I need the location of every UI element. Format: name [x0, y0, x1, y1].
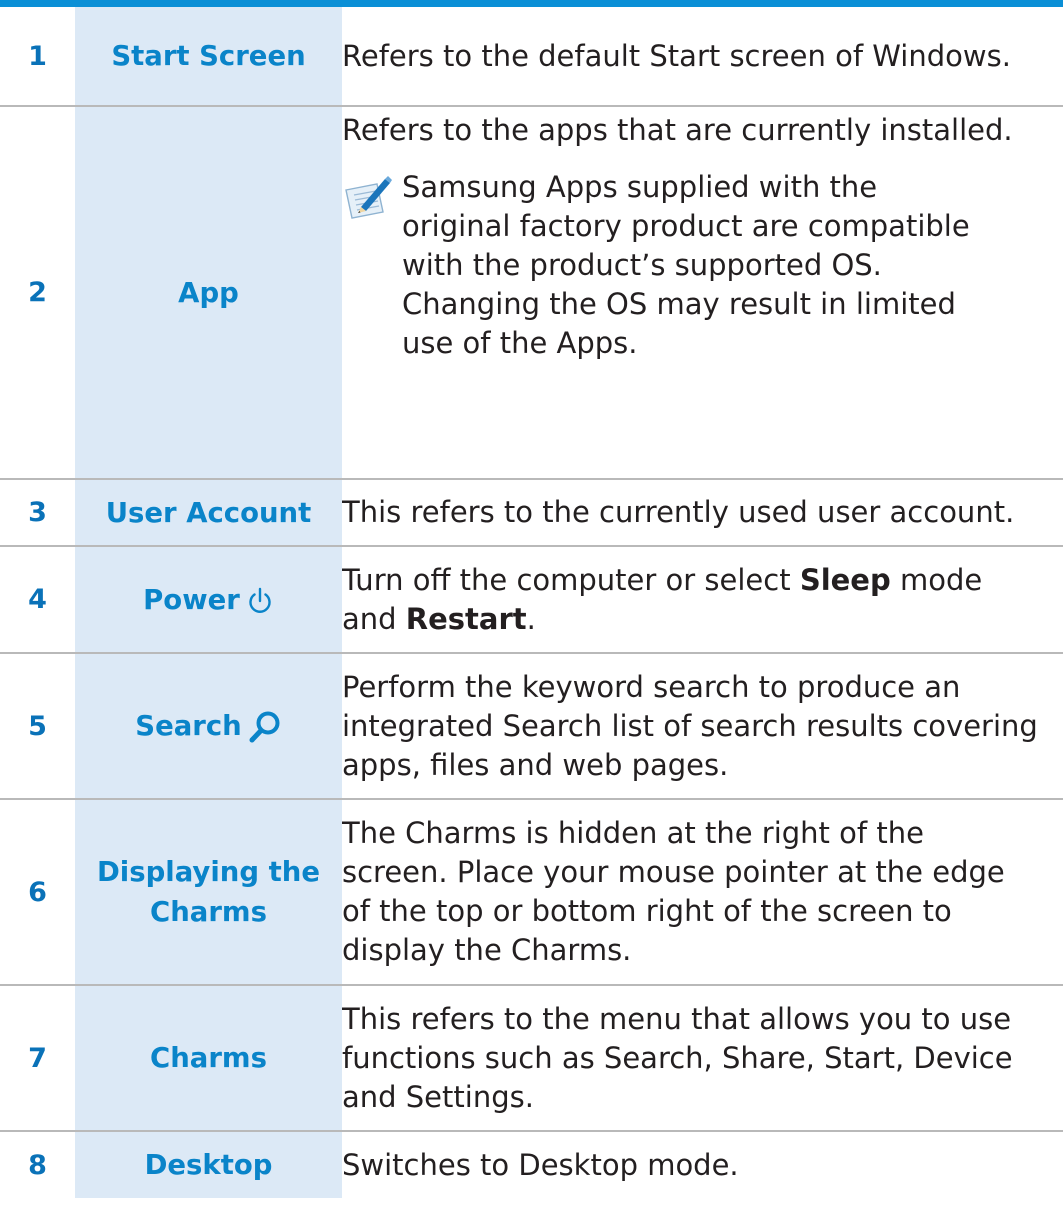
- reference-table: 1 Start Screen Refers to the default Sta…: [0, 7, 1063, 1198]
- note-line: with the product’s supported OS.: [402, 248, 882, 282]
- note-line: use of the Apps.: [402, 326, 638, 360]
- row-number: 1: [0, 7, 75, 107]
- description-line: functions such as Search, Share, Start, …: [342, 1040, 1013, 1075]
- description-line: Turn off the computer or select Sleep mo…: [342, 562, 983, 597]
- row-description: Refers to the apps that are currently in…: [342, 106, 1063, 480]
- description-line: The Charms is hidden at the right of the: [342, 816, 924, 850]
- description-line: display the Charms.: [342, 933, 632, 967]
- row-name: User Account: [75, 479, 342, 547]
- row-name: Charms: [75, 985, 342, 1132]
- search-icon: [249, 711, 280, 743]
- row-description: Refers to the default Start screen of Wi…: [342, 7, 1063, 107]
- description-line: apps, files and web pages.: [342, 747, 729, 782]
- page: 1 Start Screen Refers to the default Sta…: [0, 0, 1063, 1216]
- table-row: 8 Desktop Switches to Desktop mode.: [0, 1131, 1063, 1198]
- note-line: Samsung Apps supplied with the: [402, 170, 878, 204]
- description-line: of the top or bottom right of the screen…: [342, 894, 952, 928]
- row-name-text: Search: [135, 710, 242, 742]
- description-line: and Restart.: [342, 601, 536, 636]
- row-number: 3: [0, 479, 75, 547]
- row-description: This refers to the menu that allows you …: [342, 985, 1063, 1132]
- row-name: Search: [75, 653, 342, 800]
- row-name-line: Charms: [150, 896, 267, 928]
- description-line: Switches to Desktop mode.: [342, 1147, 739, 1182]
- description-line: This refers to the currently used user a…: [342, 495, 1015, 529]
- row-number: 7: [0, 985, 75, 1132]
- row-description: Switches to Desktop mode.: [342, 1131, 1063, 1198]
- table-row: 5 Search Perform the keyword search to p…: [0, 653, 1063, 800]
- row-name: App: [75, 106, 342, 480]
- row-number: 2: [0, 106, 75, 480]
- power-icon: [249, 587, 271, 613]
- table-row: 3 User Account This refers to the curren…: [0, 479, 1063, 547]
- description-line: This refers to the menu that allows you …: [342, 1001, 1012, 1036]
- row-name: Desktop: [75, 1131, 342, 1198]
- note-text: Samsung Apps supplied with the original …: [402, 168, 970, 363]
- row-description: Perform the keyword search to produce an…: [342, 653, 1063, 800]
- table-row: 7 Charms This refers to the menu that al…: [0, 985, 1063, 1132]
- row-name-text: Power: [143, 583, 240, 616]
- row-number: 5: [0, 653, 75, 800]
- row-description: Turn off the computer or select Sleep mo…: [342, 546, 1063, 654]
- table-row: 4 Power Turn off the computer or select …: [0, 546, 1063, 654]
- restart-term: Restart: [405, 601, 527, 636]
- description-line: Refers to the apps that are currently in…: [342, 113, 1013, 147]
- description-line: Perform the keyword search to produce an: [342, 669, 961, 704]
- description-line: screen. Place your mouse pointer at the …: [342, 855, 1005, 889]
- top-rule: [0, 0, 1063, 7]
- table-row: 2 App Refers to the apps that are curren…: [0, 106, 1063, 480]
- description-line: and Settings.: [342, 1079, 534, 1114]
- row-name-line: Displaying the: [96, 856, 320, 888]
- row-description: The Charms is hidden at the right of the…: [342, 799, 1063, 986]
- row-description: This refers to the currently used user a…: [342, 479, 1063, 547]
- table-row: 1 Start Screen Refers to the default Sta…: [0, 7, 1063, 107]
- row-number: 8: [0, 1131, 75, 1198]
- table-row: 6 Displaying the Charms The Charms is hi…: [0, 799, 1063, 986]
- description-line: Refers to the default Start screen of Wi…: [342, 38, 1011, 73]
- note-block: Samsung Apps supplied with the original …: [342, 168, 1063, 363]
- row-name: Displaying the Charms: [75, 799, 342, 986]
- row-number: 4: [0, 546, 75, 654]
- note-pencil-icon: [345, 176, 392, 219]
- row-number: 6: [0, 799, 75, 986]
- note-line: Changing the OS may result in limited: [402, 287, 956, 321]
- description-line: integrated Search list of search results…: [342, 708, 1038, 743]
- row-name: Power: [75, 546, 342, 654]
- sleep-term: Sleep: [799, 562, 891, 597]
- row-name: Start Screen: [75, 7, 342, 107]
- note-line: original factory product are compatible: [402, 209, 970, 243]
